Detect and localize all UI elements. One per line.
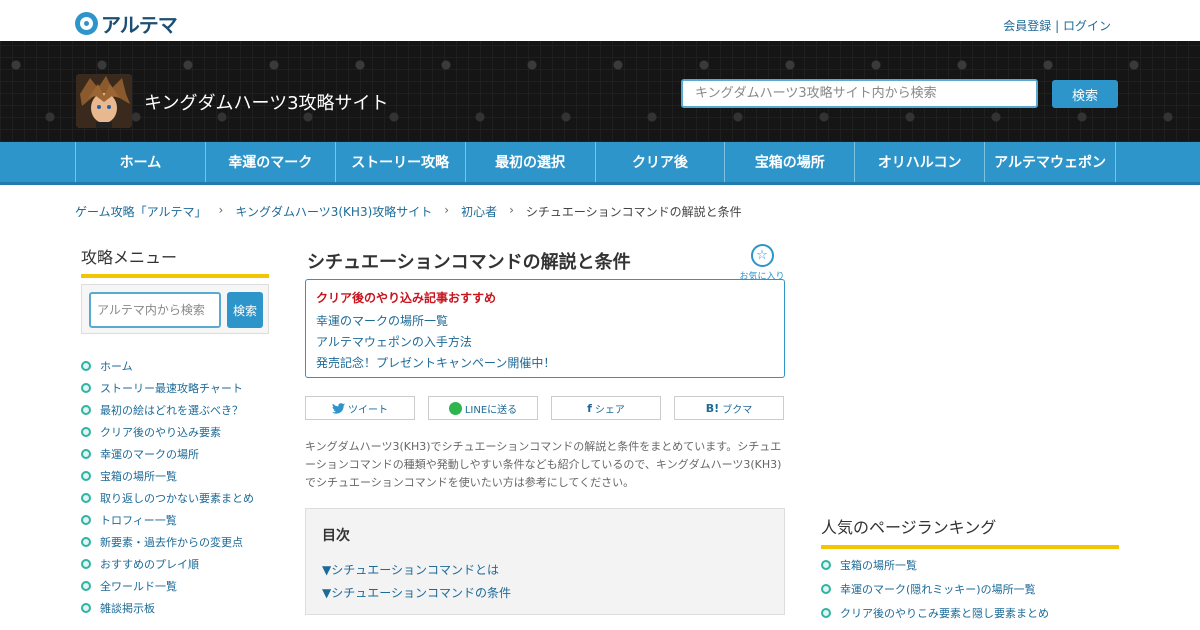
sidebar-search-button[interactable]: 検索 (227, 292, 263, 328)
favorite-button[interactable]: ☆ お気に入り (736, 244, 788, 282)
table-of-contents: 目次 ▼シチュエーションコマンドとは ▼シチュエーションコマンドの条件 (305, 508, 785, 615)
page-title: シチュエーションコマンドの解説と条件 (307, 252, 631, 273)
bullet-icon (81, 493, 91, 503)
main-nav: ホーム 幸運のマーク ストーリー攻略 最初の選択 クリア後 宝箱の場所 オリハル… (0, 142, 1200, 185)
tweet-label: ツイート (348, 404, 388, 416)
bullet-icon (81, 603, 91, 613)
line-icon (448, 401, 462, 415)
breadcrumb-item[interactable]: ゲーム攻略「アルテマ」 (75, 203, 207, 220)
breadcrumb: ゲーム攻略「アルテマ」 › キングダムハーツ3(KH3)攻略サイト › 初心者 … (75, 203, 742, 220)
altema-logo[interactable]: アルテマ (75, 9, 178, 38)
bullet-icon (81, 449, 91, 459)
bullet-icon (81, 383, 91, 393)
ranking-item[interactable]: 幸運のマーク(隠れミッキー)の場所一覧 (821, 577, 1049, 601)
register-link[interactable]: 会員登録 (1003, 19, 1051, 33)
sidebar-item[interactable]: 新要素・過去作からの変更点 (81, 531, 281, 553)
recommended-box: クリア後のやり込み記事おすすめ 幸運のマークの場所一覧 アルテマウェポンの入手方… (305, 279, 785, 378)
site-header: キングダムハーツ3攻略サイト 検索 (0, 41, 1200, 142)
article-intro: キングダムハーツ3(KH3)でシチュエーションコマンドの解説と条件をまとめていま… (305, 440, 782, 489)
recommended-title: クリア後のやり込み記事おすすめ (316, 291, 497, 305)
nav-first-choice[interactable]: 最初の選択 (466, 142, 596, 182)
avatar-icon (76, 74, 132, 128)
sidebar-search-input[interactable] (89, 292, 221, 328)
site-title[interactable]: キングダムハーツ3攻略サイト (144, 89, 389, 115)
recommended-link[interactable]: 発売記念！プレゼントキャンペーン開催中！ (316, 356, 555, 370)
ranking-item[interactable]: 宝箱の場所一覧 (821, 553, 1049, 577)
bullet-icon (821, 560, 831, 570)
bullet-icon (81, 361, 91, 371)
bullet-icon (821, 584, 831, 594)
nav-post-clear[interactable]: クリア後 (596, 142, 726, 182)
share-buttons: ツイート LINEに送る f シェア B! ブクマ (305, 396, 785, 420)
line-button[interactable]: LINEに送る (428, 396, 538, 420)
bullet-icon (821, 608, 831, 618)
site-search-button[interactable]: 検索 (1052, 80, 1118, 108)
sidebar-item[interactable]: おすすめのプレイ順 (81, 553, 281, 575)
breadcrumb-item[interactable]: 初心者 (461, 203, 497, 220)
nav-orichalcum[interactable]: オリハルコン (855, 142, 986, 182)
sidebar-item[interactable]: 取り返しのつかない要素まとめ (81, 487, 281, 509)
ranking-title: 人気のページランキング (821, 514, 1119, 549)
bullet-icon (81, 559, 91, 569)
toc-item[interactable]: ▼シチュエーションコマンドとは (322, 563, 499, 577)
nav-lucky-marks[interactable]: 幸運のマーク (206, 142, 336, 182)
login-link[interactable]: ログイン (1063, 19, 1111, 33)
bullet-icon (81, 515, 91, 525)
sidebar-title: 攻略メニュー (81, 244, 269, 278)
auth-separator: | (1055, 19, 1060, 33)
bullet-icon (81, 471, 91, 481)
nav-story[interactable]: ストーリー攻略 (336, 142, 466, 182)
breadcrumb-current: シチュエーションコマンドの解説と条件 (525, 205, 742, 219)
bullet-icon (81, 537, 91, 547)
sidebar-item[interactable]: ストーリー最速攻略チャート (81, 377, 281, 399)
sidebar-menu: ホーム ストーリー最速攻略チャート 最初の絵はどれを選ぶべき？ クリア後のやり込… (81, 355, 281, 619)
logo-text: アルテマ (101, 13, 178, 37)
tweet-button[interactable]: ツイート (305, 396, 415, 420)
breadcrumb-separator: › (444, 203, 450, 217)
site-avatar[interactable] (76, 74, 132, 128)
breadcrumb-separator: › (509, 203, 514, 217)
sidebar-item[interactable]: 幸運のマークの場所 (81, 443, 281, 465)
sidebar-item[interactable]: ホーム (81, 355, 281, 377)
auth-links: 会員登録 | ログイン (1003, 17, 1111, 34)
bullet-icon (81, 581, 91, 591)
recommended-link[interactable]: アルテマウェポンの入手方法 (316, 335, 472, 349)
facebook-share-button[interactable]: f シェア (551, 396, 661, 420)
hatena-label: ブクマ (722, 404, 753, 416)
ranking-item[interactable]: クリア後のやりこみ要素と隠し要素まとめ (821, 601, 1049, 625)
nav-ultima-weapon[interactable]: アルテマウェポン (985, 142, 1116, 182)
toc-item[interactable]: ▼シチュエーションコマンドの条件 (322, 586, 511, 600)
top-bar: アルテマ 会員登録 | ログイン (0, 0, 1200, 41)
breadcrumb-separator: › (218, 203, 224, 217)
site-search-input[interactable] (681, 79, 1038, 108)
line-label: LINEに送る (464, 404, 518, 416)
toc-title: 目次 (322, 528, 350, 544)
ranking-list: 宝箱の場所一覧 幸運のマーク(隠れミッキー)の場所一覧 クリア後のやりこみ要素と… (821, 553, 1049, 625)
nav-home[interactable]: ホーム (76, 142, 206, 182)
hatena-icon: B! (705, 401, 720, 415)
facebook-label: シェア (594, 404, 625, 416)
recommended-link[interactable]: 幸運のマークの場所一覧 (316, 314, 448, 328)
bullet-icon (81, 427, 91, 437)
sidebar-search: 検索 (81, 284, 269, 334)
sidebar-item[interactable]: トロフィー一覧 (81, 509, 281, 531)
sidebar-item[interactable]: 最初の絵はどれを選ぶべき？ (81, 399, 281, 421)
nav-treasure[interactable]: 宝箱の場所 (725, 142, 856, 182)
logo-icon (75, 12, 98, 35)
facebook-icon: f (587, 401, 592, 415)
hatena-bookmark-button[interactable]: B! ブクマ (674, 396, 784, 420)
bullet-icon (81, 405, 91, 415)
sidebar-item[interactable]: 雑談掲示板 (81, 597, 281, 619)
breadcrumb-item[interactable]: キングダムハーツ3(KH3)攻略サイト (235, 203, 432, 220)
sidebar-item[interactable]: 全ワールド一覧 (81, 575, 281, 597)
twitter-icon (332, 402, 345, 414)
star-icon: ☆ (750, 244, 774, 267)
sidebar-item[interactable]: 宝箱の場所一覧 (81, 465, 281, 487)
sidebar-item[interactable]: クリア後のやり込み要素 (81, 421, 281, 443)
